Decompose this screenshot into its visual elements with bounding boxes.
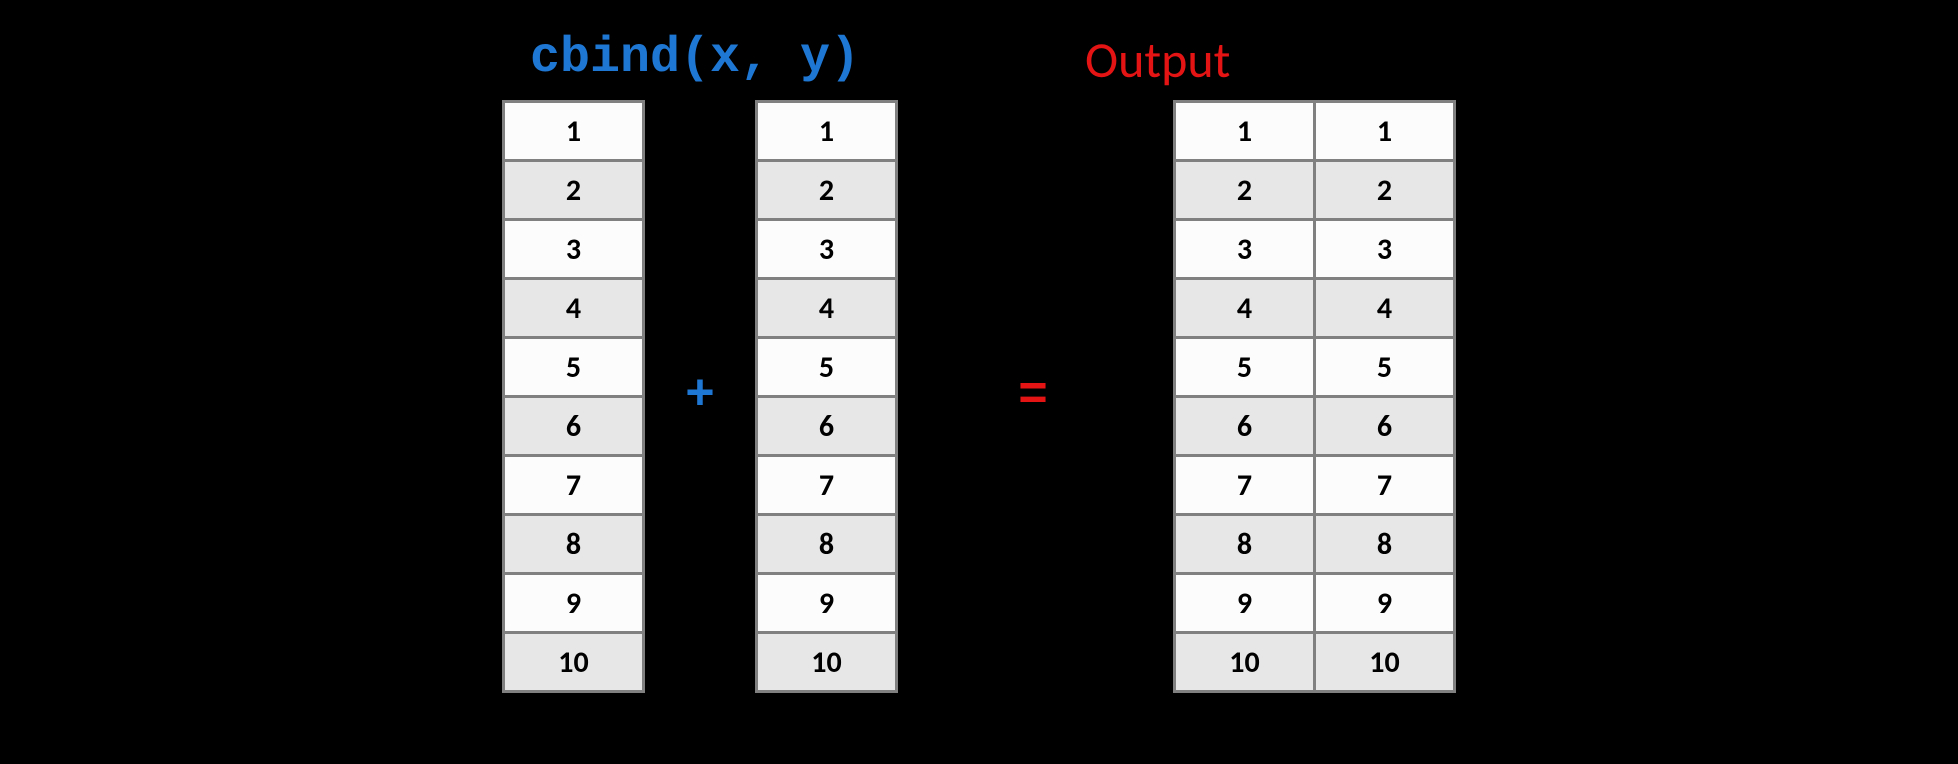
table-row: 77 [1175, 456, 1455, 515]
y-column-table: 1 2 3 4 5 6 7 8 9 10 [755, 100, 898, 693]
out-x-cell: 1 [1175, 102, 1315, 161]
table-row: 1 [503, 102, 643, 161]
y-cell: 10 [757, 633, 897, 692]
table-row: 3 [503, 220, 643, 279]
x-cell: 4 [503, 279, 643, 338]
output-table: 11 22 33 44 55 66 77 88 99 1010 [1173, 100, 1456, 693]
out-x-cell: 2 [1175, 161, 1315, 220]
output-title: Output [1085, 30, 1230, 91]
table-row: 8 [503, 515, 643, 574]
x-cell: 5 [503, 338, 643, 397]
x-cell: 9 [503, 574, 643, 633]
out-x-cell: 4 [1175, 279, 1315, 338]
table-row: 2 [503, 161, 643, 220]
out-x-cell: 8 [1175, 515, 1315, 574]
table-row: 4 [757, 279, 897, 338]
out-x-cell: 5 [1175, 338, 1315, 397]
out-y-cell: 9 [1315, 574, 1455, 633]
out-x-cell: 3 [1175, 220, 1315, 279]
x-cell: 2 [503, 161, 643, 220]
x-cell: 7 [503, 456, 643, 515]
y-cell: 4 [757, 279, 897, 338]
out-y-cell: 6 [1315, 397, 1455, 456]
y-cell: 7 [757, 456, 897, 515]
out-y-cell: 8 [1315, 515, 1455, 574]
table-row: 7 [503, 456, 643, 515]
table-row: 8 [757, 515, 897, 574]
table-row: 6 [757, 397, 897, 456]
y-cell: 5 [757, 338, 897, 397]
x-cell: 10 [503, 633, 643, 692]
x-cell: 3 [503, 220, 643, 279]
out-x-cell: 9 [1175, 574, 1315, 633]
table-row: 5 [503, 338, 643, 397]
x-cell: 8 [503, 515, 643, 574]
x-cell: 1 [503, 102, 643, 161]
diagram-body: 1 2 3 4 5 6 7 8 9 10 + 1 2 3 4 5 6 7 8 9… [502, 100, 1456, 693]
y-cell: 3 [757, 220, 897, 279]
table-row: 22 [1175, 161, 1455, 220]
table-row: 88 [1175, 515, 1455, 574]
table-row: 66 [1175, 397, 1455, 456]
out-y-cell: 7 [1315, 456, 1455, 515]
out-y-cell: 3 [1315, 220, 1455, 279]
out-y-cell: 10 [1315, 633, 1455, 692]
y-cell: 2 [757, 161, 897, 220]
table-row: 55 [1175, 338, 1455, 397]
equals-operator: = [1018, 368, 1048, 425]
x-cell: 6 [503, 397, 643, 456]
out-y-cell: 2 [1315, 161, 1455, 220]
plus-operator: + [685, 368, 715, 425]
table-row: 10 [503, 633, 643, 692]
table-row: 10 [757, 633, 897, 692]
table-row: 5 [757, 338, 897, 397]
table-row: 3 [757, 220, 897, 279]
table-row: 1 [757, 102, 897, 161]
table-row: 1010 [1175, 633, 1455, 692]
table-row: 9 [503, 574, 643, 633]
y-cell: 6 [757, 397, 897, 456]
table-row: 2 [757, 161, 897, 220]
out-x-cell: 6 [1175, 397, 1315, 456]
table-row: 9 [757, 574, 897, 633]
table-row: 33 [1175, 220, 1455, 279]
table-row: 44 [1175, 279, 1455, 338]
out-y-cell: 1 [1315, 102, 1455, 161]
table-row: 7 [757, 456, 897, 515]
x-column-table: 1 2 3 4 5 6 7 8 9 10 [502, 100, 645, 693]
out-y-cell: 4 [1315, 279, 1455, 338]
y-cell: 8 [757, 515, 897, 574]
table-row: 4 [503, 279, 643, 338]
code-expression-title: cbind(x, y) [530, 30, 860, 87]
table-row: 11 [1175, 102, 1455, 161]
out-x-cell: 10 [1175, 633, 1315, 692]
y-cell: 9 [757, 574, 897, 633]
out-y-cell: 5 [1315, 338, 1455, 397]
y-cell: 1 [757, 102, 897, 161]
table-row: 99 [1175, 574, 1455, 633]
out-x-cell: 7 [1175, 456, 1315, 515]
table-row: 6 [503, 397, 643, 456]
